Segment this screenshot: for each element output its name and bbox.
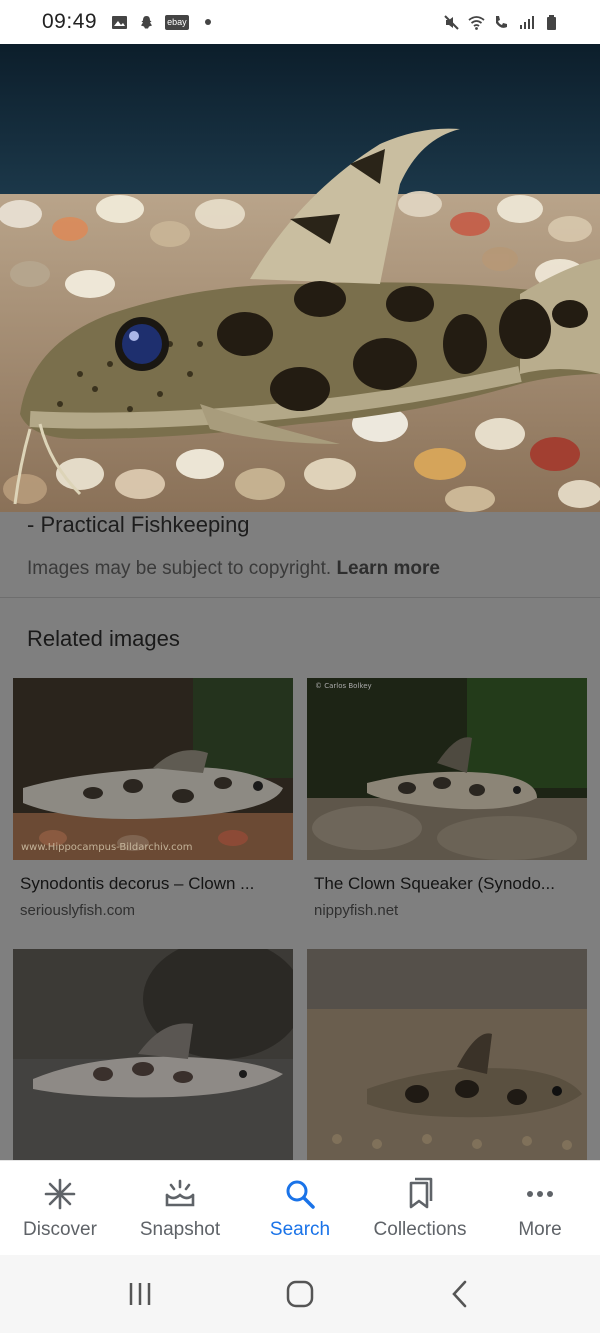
copyright-notice: Images may be subject to copyright. Lear… (27, 558, 440, 580)
fish-thumbnail-1: www.Hippocampus-Bildarchiv.com (13, 678, 293, 860)
related-image-thumbnail[interactable] (13, 949, 293, 1160)
back-icon (452, 1280, 467, 1308)
nav-collections[interactable]: Collections (360, 1161, 480, 1255)
bottom-nav: Discover Snapshot Search Collections Mor… (0, 1160, 600, 1255)
gallery-icon (112, 15, 128, 29)
ebay-icon: ebay (165, 14, 189, 30)
snapchat-icon (141, 15, 153, 28)
hero-fish-photo (0, 44, 600, 512)
nav-snapshot[interactable]: Snapshot (120, 1161, 240, 1255)
learn-more-link[interactable]: Learn more (336, 558, 439, 579)
source-title[interactable]: - Practical Fishkeeping (27, 512, 250, 538)
nav-search[interactable]: Search (240, 1161, 360, 1255)
related-image-card[interactable]: © Carlos Bolkey The Clown Squeaker (Syno… (307, 678, 587, 919)
wifi-icon (468, 15, 485, 30)
results-panel: - Practical Fishkeeping Images may be su… (0, 512, 600, 1160)
snapshot-icon (165, 1179, 195, 1207)
mute-icon (444, 14, 459, 30)
related-image-caption[interactable]: The Clown Squeaker (Synodo... (314, 874, 587, 894)
related-image-source: seriouslyfish.com (20, 902, 136, 919)
home-icon (286, 1280, 314, 1308)
nav-label-search: Search (269, 1219, 331, 1240)
related-image-thumbnail[interactable] (307, 949, 587, 1160)
nav-discover[interactable]: Discover (0, 1161, 120, 1255)
battery-icon (547, 14, 556, 30)
status-bar: 09:49 ebay (0, 0, 600, 44)
nav-label-snapshot: Snapshot (139, 1219, 221, 1240)
system-navigation-bar (0, 1255, 600, 1333)
discover-icon (44, 1178, 76, 1210)
related-image-thumbnail[interactable]: www.Hippocampus-Bildarchiv.com (13, 678, 293, 860)
signal-icon (520, 15, 534, 29)
related-image-source: nippyfish.net (314, 902, 399, 919)
collections-icon (409, 1177, 433, 1209)
thumbnail-watermark: www.Hippocampus-Bildarchiv.com (21, 842, 193, 853)
related-image-card[interactable] (13, 949, 293, 1160)
wifi-call-icon (496, 15, 507, 28)
related-image-thumbnail[interactable]: © Carlos Bolkey (307, 678, 587, 860)
nav-label-collections: Collections (373, 1219, 467, 1240)
hero-image[interactable] (0, 44, 600, 512)
status-left-icons: ebay (111, 14, 211, 31)
thumbnail-watermark: © Carlos Bolkey (315, 682, 372, 690)
related-image-card[interactable]: www.Hippocampus-Bildarchiv.com Synodonti… (13, 678, 293, 919)
copyright-text: Images may be subject to copyright. (27, 558, 332, 579)
fish-thumbnail-4 (307, 949, 587, 1160)
divider (0, 597, 600, 598)
related-image-caption[interactable]: Synodontis decorus – Clown ... (20, 874, 293, 894)
fish-thumbnail-2: © Carlos Bolkey (307, 678, 587, 860)
nav-label-discover: Discover (23, 1219, 97, 1240)
fish-thumbnail-3 (13, 949, 293, 1160)
search-icon (286, 1180, 315, 1209)
related-images-title: Related images (27, 626, 180, 651)
notification-dot-icon (204, 19, 211, 25)
back-button[interactable] (440, 1274, 480, 1314)
more-icon (527, 1191, 553, 1197)
recent-apps-button[interactable] (120, 1274, 160, 1314)
status-right-icons (443, 14, 560, 31)
nav-label-more: More (518, 1219, 562, 1240)
recent-apps-icon (129, 1283, 151, 1305)
status-time: 09:49 (42, 10, 98, 33)
home-button[interactable] (280, 1274, 320, 1314)
related-image-card[interactable] (307, 949, 587, 1160)
nav-more[interactable]: More (480, 1161, 600, 1255)
